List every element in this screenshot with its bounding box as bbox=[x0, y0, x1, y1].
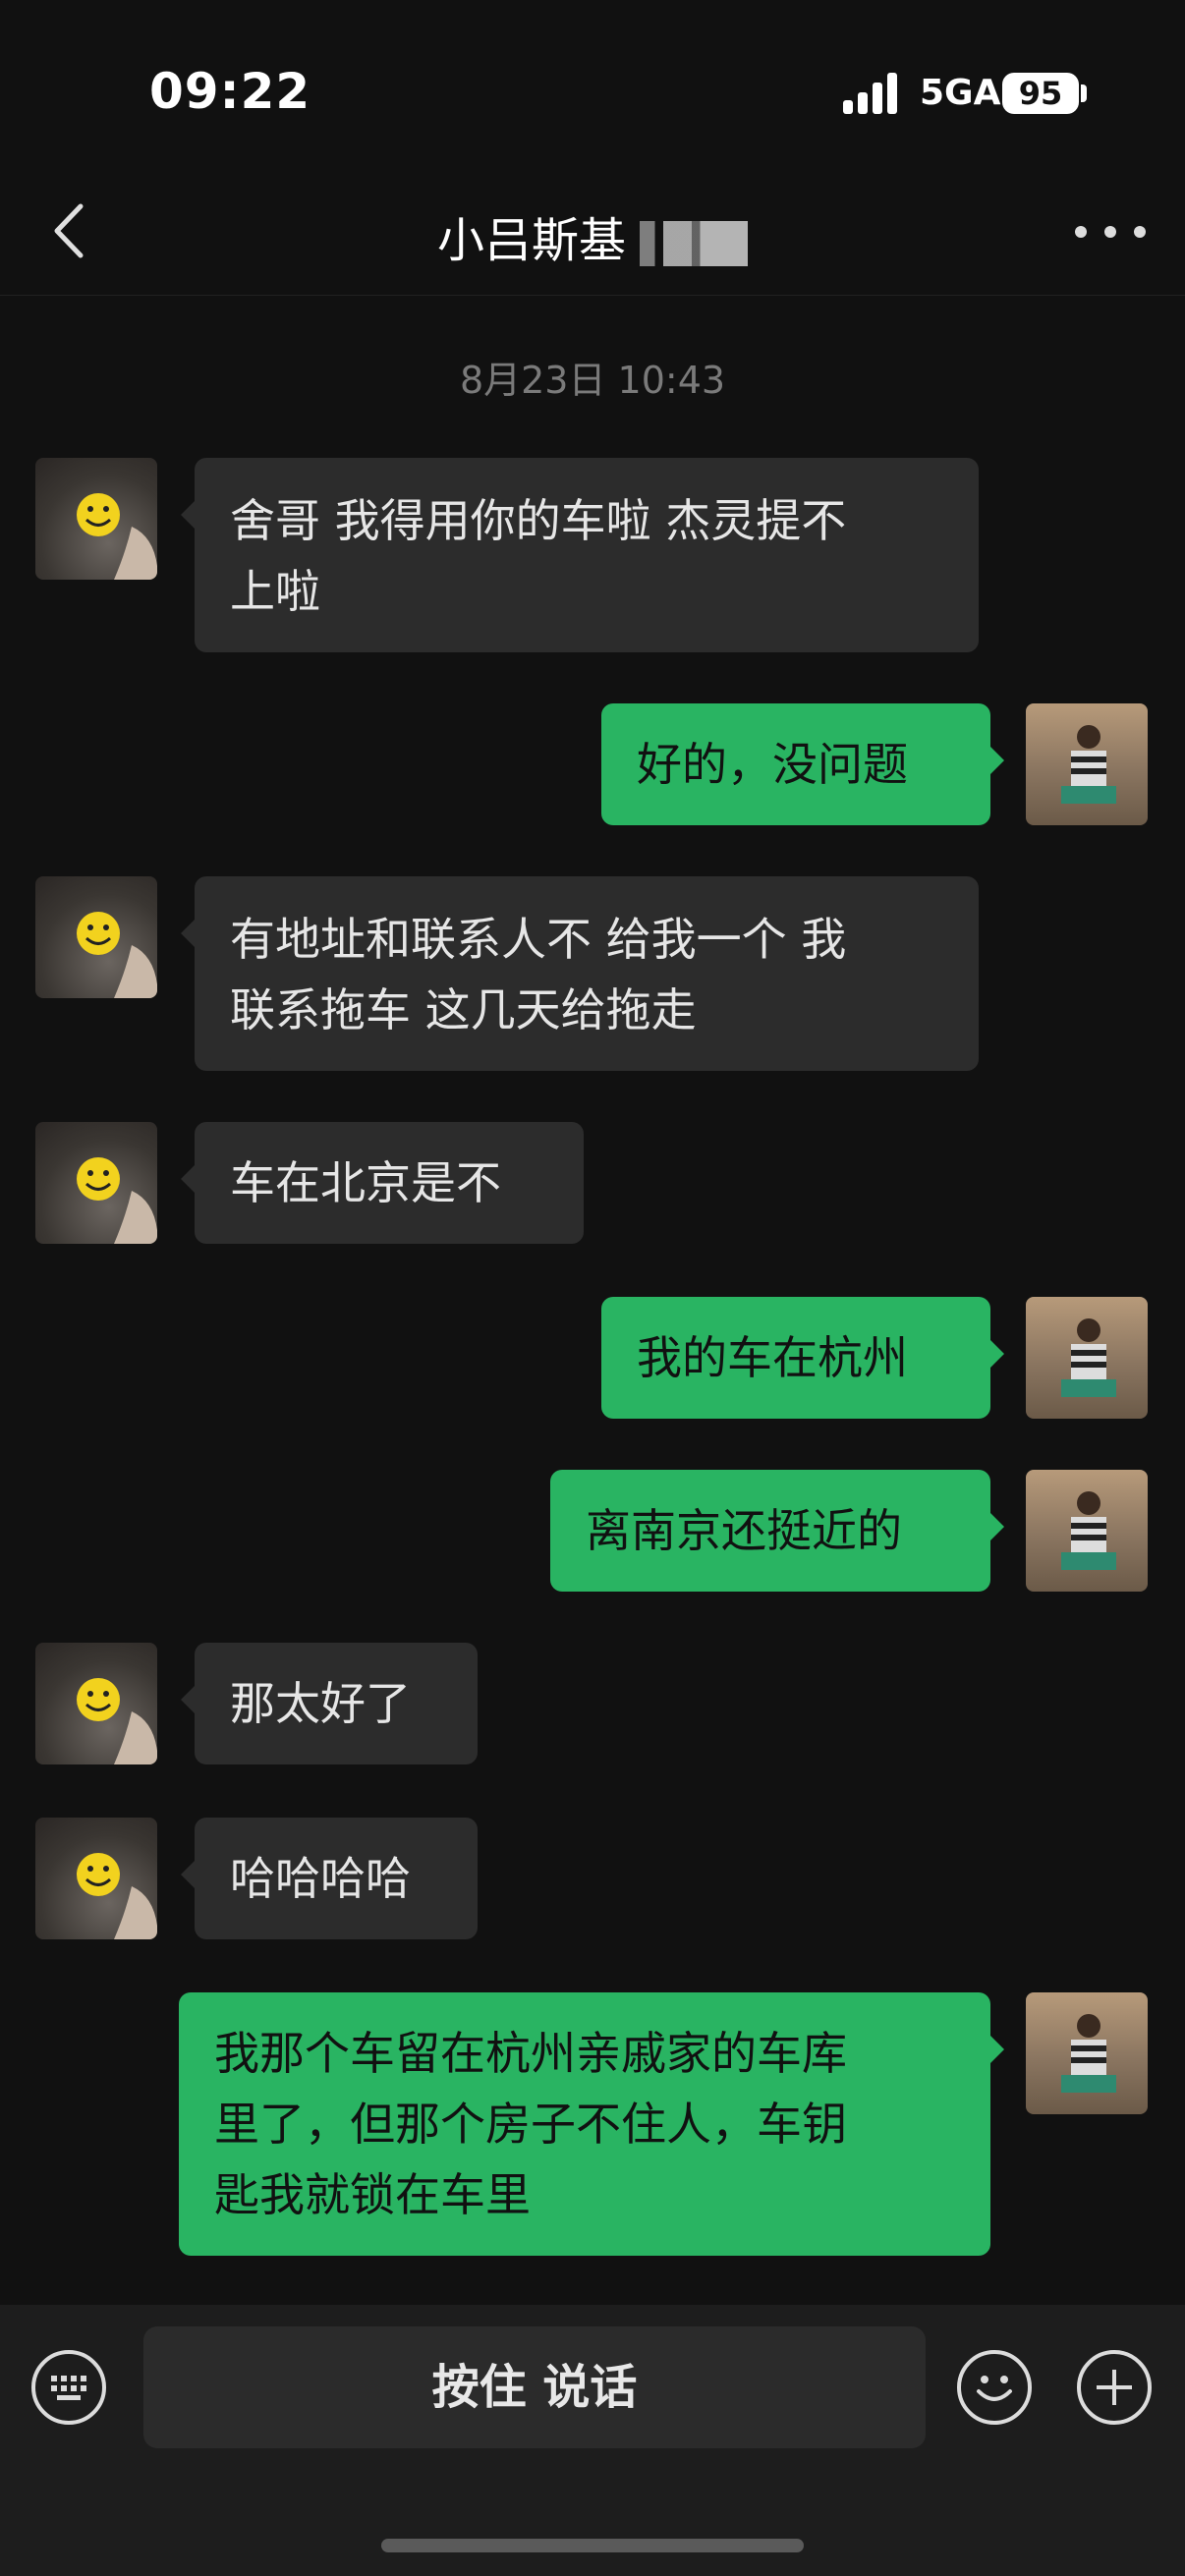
smiley-avatar-image bbox=[77, 912, 157, 998]
status-time: 09:22 bbox=[149, 63, 311, 120]
hold-to-talk-button[interactable]: 按住 说话 bbox=[143, 2326, 926, 2448]
signal-icon bbox=[843, 73, 902, 114]
my-avatar[interactable] bbox=[1026, 1297, 1148, 1419]
message-bubble-incoming[interactable]: 有地址和联系人不 给我一个 我 联系拖车 这几天给拖走 bbox=[181, 876, 979, 1071]
message-bubble-incoming[interactable]: 那太好了 bbox=[181, 1643, 478, 1764]
chat-title: 小吕斯基 bbox=[0, 201, 1185, 270]
contact-avatar[interactable] bbox=[35, 1643, 157, 1764]
message-bubble-incoming[interactable]: 哈哈哈哈 bbox=[181, 1818, 478, 1939]
redacted-name bbox=[640, 221, 748, 266]
status-bar: 09:22 5GA 95 bbox=[0, 0, 1185, 187]
message-bubble-outgoing[interactable]: 好的，没问题 bbox=[601, 703, 1004, 825]
chat-timestamp: 8月23日 10:43 bbox=[459, 359, 726, 402]
keyboard-button[interactable] bbox=[31, 2350, 106, 2425]
emoji-button[interactable] bbox=[957, 2350, 1032, 2425]
smiley-avatar-image bbox=[77, 1157, 157, 1244]
person-avatar-image bbox=[1061, 725, 1116, 804]
contact-avatar[interactable] bbox=[35, 1122, 157, 1244]
message-line: 那太好了 bbox=[230, 1677, 411, 1730]
message-line: 有地址和联系人不 给我一个 我 bbox=[230, 913, 847, 966]
message-line: 车在北京是不 bbox=[230, 1156, 501, 1209]
message-line: 舍哥 我得用你的车啦 杰灵提不 bbox=[230, 494, 847, 547]
smiley-avatar-image bbox=[77, 1678, 157, 1764]
home-indicator bbox=[381, 2539, 804, 2552]
keyboard-icon bbox=[51, 2376, 86, 2400]
more-button[interactable] bbox=[1071, 196, 1150, 265]
message-bubble-outgoing[interactable]: 离南京还挺近的 bbox=[550, 1470, 1004, 1592]
message-line: 好的，没问题 bbox=[637, 738, 908, 791]
battery-tip bbox=[1081, 84, 1087, 102]
my-avatar[interactable] bbox=[1026, 703, 1148, 825]
contact-name: 小吕斯基 bbox=[436, 213, 626, 268]
plus-icon bbox=[1097, 2370, 1132, 2405]
smiley-avatar-image bbox=[77, 1853, 157, 1939]
message-line: 哈哈哈哈 bbox=[230, 1852, 411, 1905]
header-divider bbox=[0, 295, 1185, 296]
person-avatar-image bbox=[1061, 1491, 1116, 1570]
plus-button[interactable] bbox=[1077, 2350, 1152, 2425]
message-line: 我的车在杭州 bbox=[637, 1331, 908, 1384]
message-bubble-incoming[interactable]: 车在北京是不 bbox=[181, 1122, 584, 1244]
message-line: 匙我就锁在车里 bbox=[214, 2168, 531, 2221]
person-avatar-image bbox=[1061, 1318, 1116, 1397]
my-avatar[interactable] bbox=[1026, 1470, 1148, 1592]
message-bubble-outgoing[interactable]: 我的车在杭州 bbox=[601, 1297, 1004, 1419]
message-line: 我那个车留在杭州亲戚家的车库 bbox=[214, 2027, 847, 2080]
person-avatar-image bbox=[1061, 2014, 1116, 2093]
message-line: 联系拖车 这几天给拖走 bbox=[230, 983, 697, 1036]
message-bubble-incoming[interactable]: 舍哥 我得用你的车啦 杰灵提不 上啦 bbox=[181, 458, 979, 652]
contact-avatar[interactable] bbox=[35, 1818, 157, 1939]
contact-avatar[interactable] bbox=[35, 876, 157, 998]
smiley-avatar-image bbox=[77, 493, 157, 580]
more-dots-icon bbox=[1075, 226, 1087, 238]
contact-avatar[interactable] bbox=[35, 458, 157, 580]
message-line: 上啦 bbox=[230, 565, 320, 618]
message-line: 离南京还挺近的 bbox=[586, 1504, 902, 1557]
network-type: 5GA bbox=[920, 73, 1001, 113]
my-avatar[interactable] bbox=[1026, 1992, 1148, 2114]
message-line: 里了，但那个房子不住人，车钥 bbox=[214, 2098, 847, 2151]
battery-icon: 95 bbox=[1002, 73, 1079, 114]
message-bubble-outgoing[interactable]: 我那个车留在杭州亲戚家的车库 里了，但那个房子不住人，车钥 匙我就锁在车里 bbox=[179, 1992, 1004, 2256]
emoji-icon bbox=[977, 2376, 1012, 2401]
